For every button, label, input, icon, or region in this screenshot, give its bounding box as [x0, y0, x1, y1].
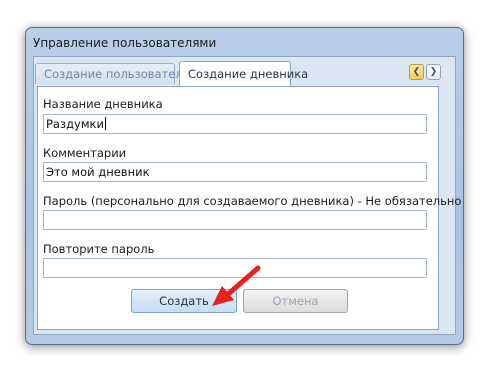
diary-name-input[interactable]: Раздумки: [43, 114, 427, 134]
text-caret: [104, 117, 106, 130]
tab-create-user[interactable]: Создание пользователя: [35, 63, 190, 84]
create-button[interactable]: Создать: [131, 289, 237, 313]
diary-name-value: Раздумки: [46, 117, 104, 131]
cancel-button[interactable]: Отмена: [243, 289, 348, 313]
diary-name-label: Название дневника: [43, 97, 163, 111]
password-repeat-input[interactable]: [43, 258, 427, 278]
window-title: Управление пользователями: [33, 36, 217, 50]
chevron-right-icon: ❯: [429, 67, 438, 77]
password-input[interactable]: [43, 210, 427, 230]
chevron-left-icon: ❮: [412, 67, 421, 77]
comment-input[interactable]: Это мой дневник: [43, 162, 427, 182]
tab-scroll-next-button[interactable]: ❯: [426, 64, 441, 80]
tab-strip: Создание пользователя Создание дневника …: [33, 60, 454, 86]
comment-label: Комментарии: [43, 146, 127, 160]
screenshot-stage: Управление пользователями Создание польз…: [0, 0, 489, 369]
password-repeat-label: Повторите пароль: [43, 242, 155, 256]
tab-scroll-prev-button[interactable]: ❮: [409, 64, 424, 80]
password-label: Пароль (персонально для создаваемого дне…: [43, 194, 462, 208]
tab-create-diary[interactable]: Создание дневника: [179, 61, 308, 86]
